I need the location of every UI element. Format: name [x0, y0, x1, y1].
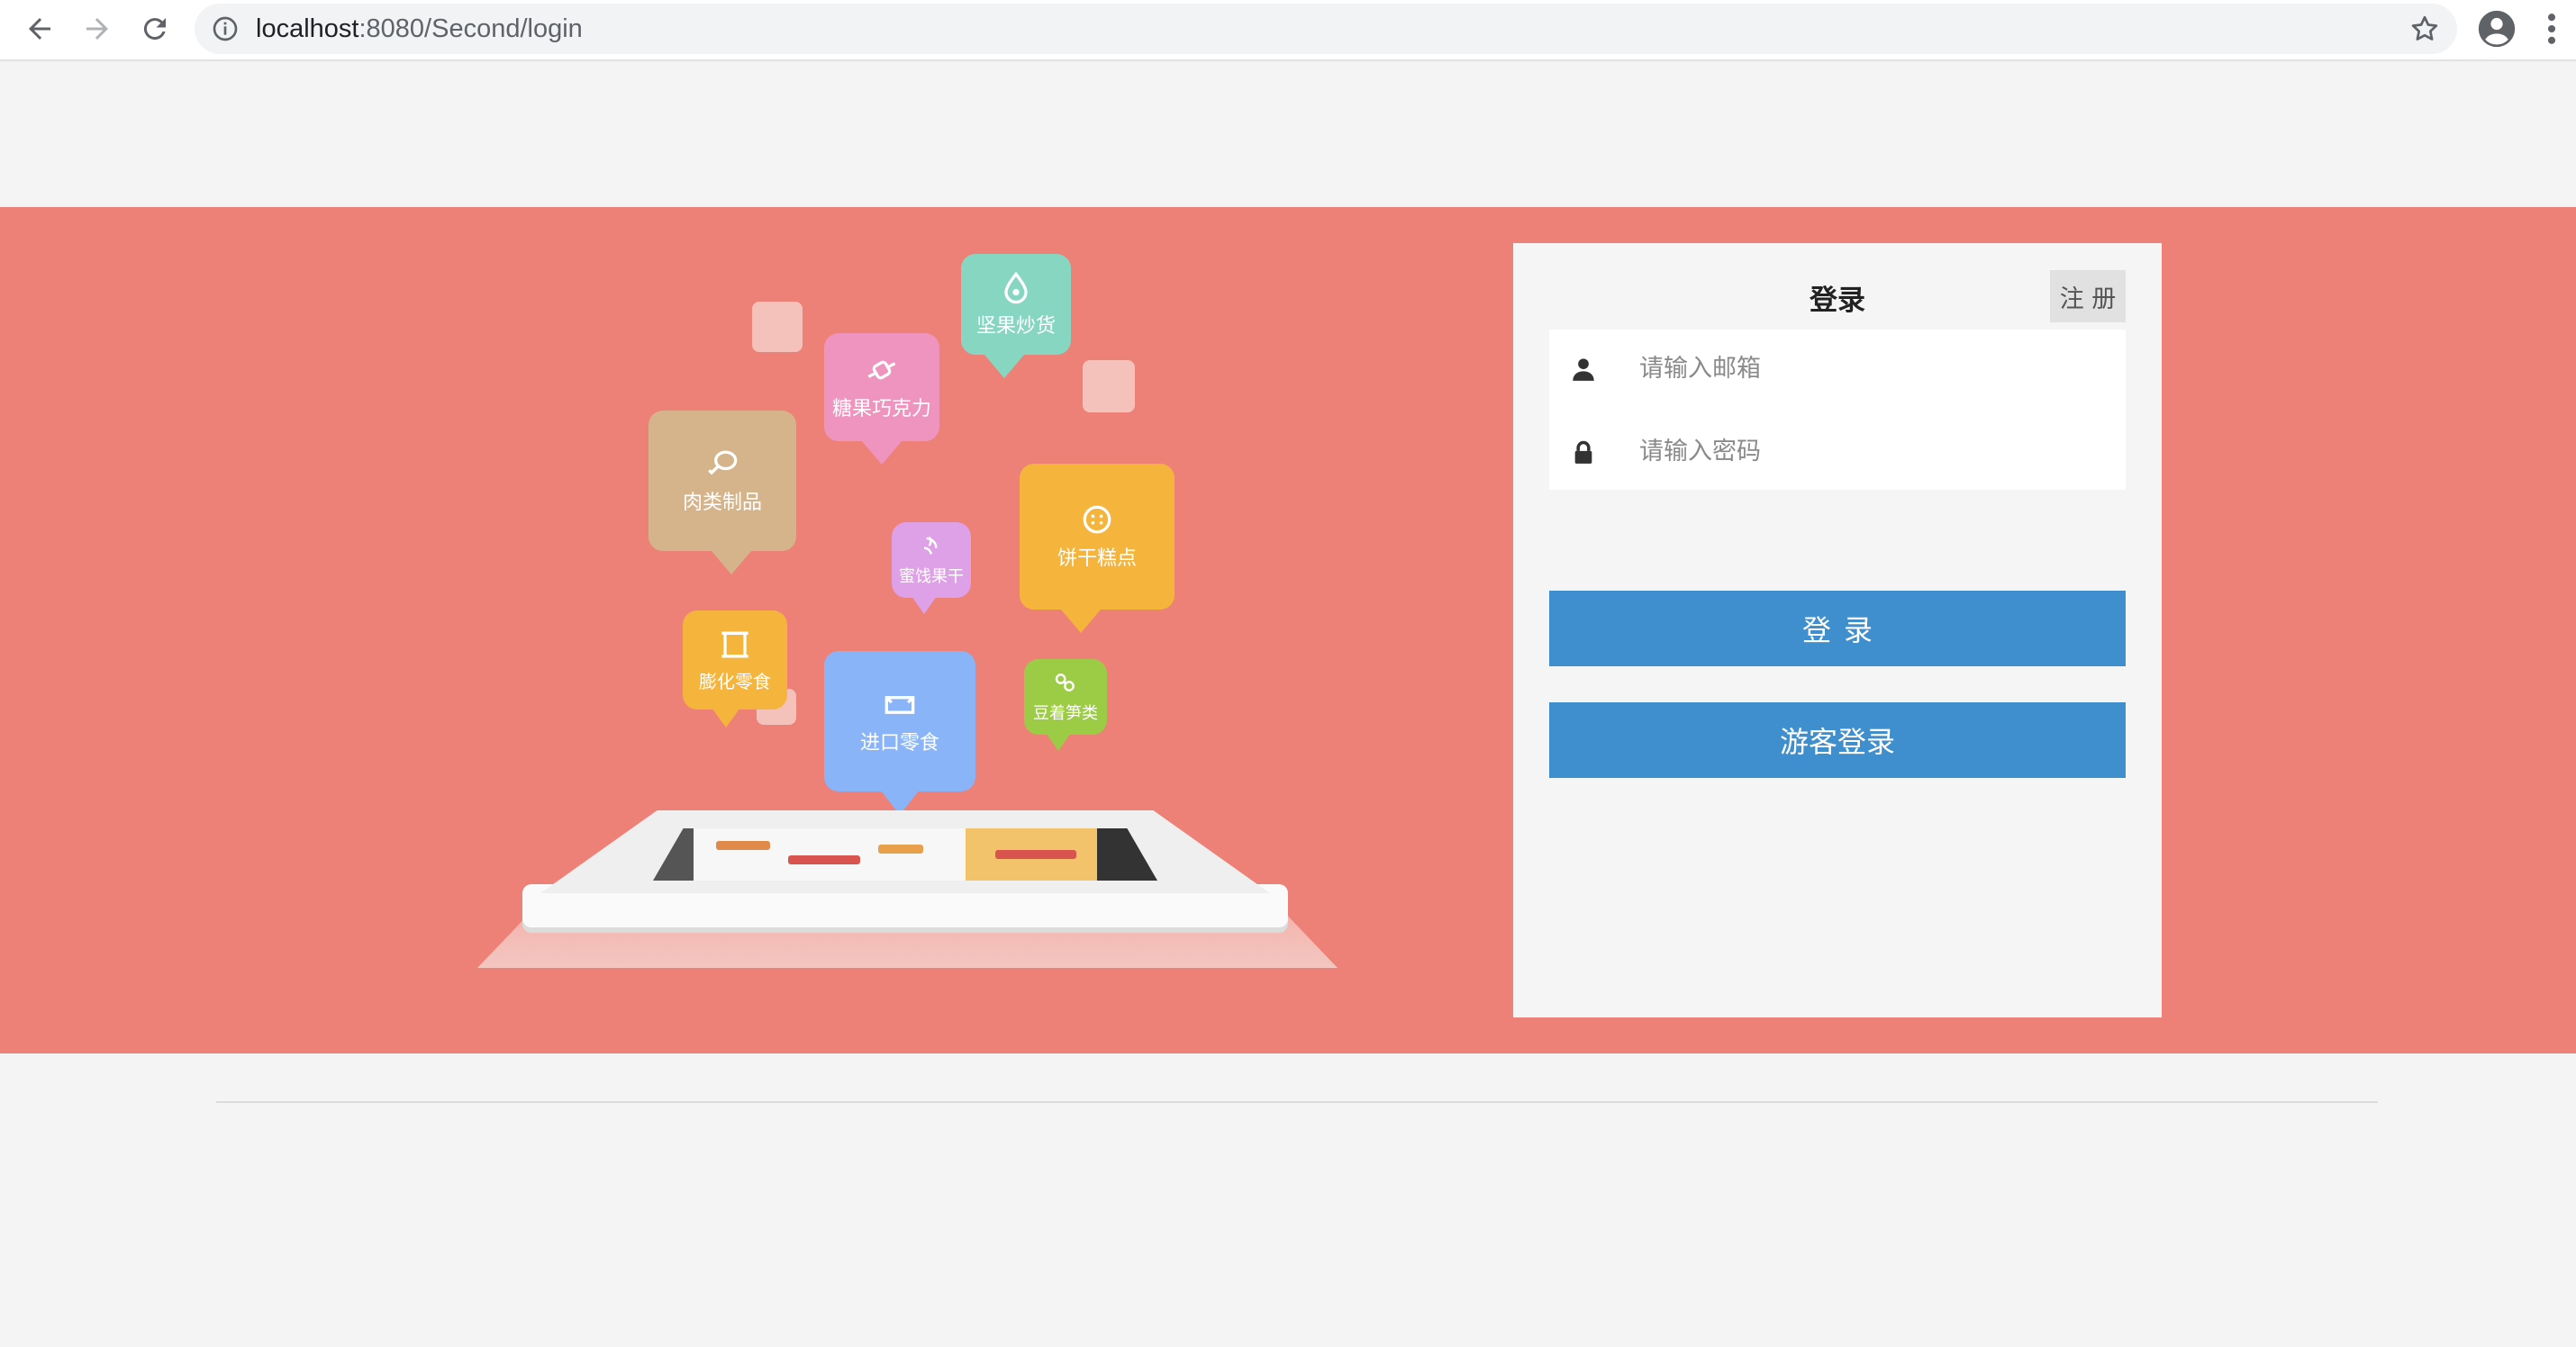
- info-icon[interactable]: [211, 14, 240, 43]
- category-label: 豆着笋类: [1033, 704, 1098, 723]
- category-label: 膨化零食: [699, 670, 771, 692]
- browser-toolbar: localhost:8080/Second/login: [0, 0, 2576, 61]
- category-bubble-puffed-snack: 膨化零食: [683, 610, 787, 728]
- nut-icon: [1004, 271, 1028, 304]
- register-button[interactable]: 注 册: [2050, 270, 2126, 322]
- category-label: 肉类制品: [682, 492, 762, 514]
- dried-fruit-icon: [923, 536, 938, 555]
- bubble-tail: [1046, 733, 1071, 751]
- bubble-tail: [1061, 610, 1101, 633]
- snack-bag-icon: [721, 631, 748, 657]
- category-bubble-cookie: 饼干糕点: [1020, 464, 1175, 633]
- back-arrow-icon[interactable]: [16, 5, 63, 52]
- lock-icon: [1574, 440, 1592, 464]
- category-bubble-candy: 糖果巧克力: [824, 333, 939, 465]
- bean-icon: [1055, 674, 1075, 692]
- bubble-tail: [712, 708, 740, 728]
- category-bubble-nuts: 坚果炒货: [961, 254, 1071, 378]
- url-text[interactable]: localhost:8080/Second/login: [256, 4, 583, 54]
- screen-detail: [878, 845, 923, 854]
- screen-detail: [995, 850, 1076, 859]
- meat-icon: [708, 450, 738, 475]
- category-bubble-beans: 豆着笋类: [1024, 659, 1107, 751]
- login-button[interactable]: 登录: [1549, 591, 2126, 666]
- login-panel: 登录 注 册 登录 游客登录: [1513, 243, 2162, 1017]
- category-label: 糖果巧克力: [831, 398, 931, 420]
- star-icon[interactable]: [2408, 13, 2441, 45]
- login-form: [1549, 330, 2126, 490]
- guest-login-button[interactable]: 游客登录: [1549, 702, 2126, 778]
- category-bubble-meat: 肉类制品: [649, 411, 796, 574]
- category-bubble-dried-fruit: 蜜饯果干: [892, 522, 971, 614]
- profile-icon[interactable]: [2477, 9, 2517, 49]
- tablet-screen: [653, 828, 1157, 881]
- url-host: localhost: [256, 14, 359, 43]
- more-vert-icon[interactable]: [2538, 9, 2565, 49]
- password-field-row: [1549, 412, 2126, 490]
- category-label: 坚果炒货: [975, 315, 1056, 338]
- email-input[interactable]: [1639, 344, 2108, 393]
- reload-icon[interactable]: [132, 5, 178, 52]
- category-label: 进口零食: [859, 732, 939, 755]
- screen-detail: [716, 841, 770, 850]
- candy-icon: [867, 360, 896, 380]
- email-field-row: [1549, 330, 2126, 407]
- user-icon: [1573, 358, 1594, 381]
- decorative-bubble: [1083, 360, 1135, 412]
- screen-detail: [788, 855, 860, 864]
- category-bubble-imported: 进口零食: [824, 651, 975, 815]
- snack-app-illustration: 坚果炒货 糖果巧克力 肉类制品 饼干糕点 蜜饯果干 膨化零食 进口零食 豆着笋类: [468, 243, 1369, 999]
- login-banner: 坚果炒货 糖果巧克力 肉类制品 饼干糕点 蜜饯果干 膨化零食 进口零食 豆着笋类…: [0, 207, 2576, 1053]
- bubble-tail: [912, 596, 937, 614]
- footer-divider: [216, 1101, 2378, 1103]
- password-input[interactable]: [1639, 427, 2108, 475]
- cookie-icon: [1083, 505, 1111, 534]
- category-label: 蜜饯果干: [899, 567, 964, 586]
- import-icon: [884, 696, 915, 714]
- decorative-bubble: [752, 302, 803, 352]
- address-bar[interactable]: localhost:8080/Second/login: [195, 4, 2457, 54]
- forward-arrow-icon[interactable]: [74, 5, 121, 52]
- category-label: 饼干糕点: [1057, 547, 1137, 570]
- bubble-tail: [712, 551, 751, 574]
- bubble-tail: [862, 441, 902, 465]
- bubble-tail: [984, 355, 1024, 378]
- url-path: :8080/Second/login: [358, 14, 583, 43]
